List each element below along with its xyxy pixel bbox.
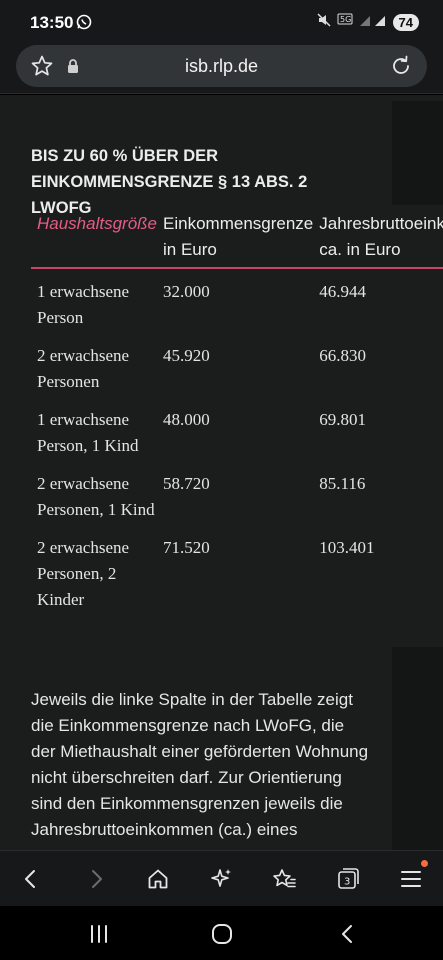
income-table: Haushaltsgröße Einkommensgrenze in Euro …	[31, 207, 443, 615]
column-header: Haushaltsgröße	[37, 214, 158, 233]
browser-toolbar: 3	[0, 850, 443, 906]
scroll-edge-strip	[392, 101, 443, 205]
tabs-icon[interactable]: 3	[334, 865, 362, 893]
table-cell: 48.000	[163, 410, 210, 429]
recents-icon[interactable]	[85, 922, 113, 946]
sparkle-icon[interactable]	[208, 865, 236, 893]
url-bar[interactable]: isb.rlp.de	[16, 45, 427, 87]
table-cell: 2 erwachsene Personen	[37, 346, 130, 391]
table-cell: 46.944	[319, 282, 367, 301]
status-time: 13:50	[30, 13, 74, 32]
table-cell: 58.720	[163, 474, 210, 493]
table-cell: 1 erwachsene Person, 1 Kind	[37, 410, 139, 455]
table-row: 1 erwachsene Person, 1 Kind 48.000 69.80…	[31, 397, 443, 461]
table-cell: 32.000	[163, 282, 210, 301]
5g-icon: 5G	[337, 12, 353, 33]
table-row: 2 erwachsene Personen 45.920 66.830	[31, 333, 443, 397]
whatsapp-icon	[76, 14, 92, 35]
scroll-edge-strip	[392, 647, 443, 850]
table-cell: 69.801	[319, 410, 367, 429]
signal-icon	[358, 12, 388, 33]
body-paragraph: Jeweils die linke Spalte in der Tabelle …	[31, 690, 369, 839]
bookmarks-icon[interactable]	[270, 865, 298, 893]
table-cell: 2 erwachsene Personen, 2 Kinder	[37, 538, 130, 609]
browser-address-area: isb.rlp.de	[0, 40, 443, 94]
system-nav-bar	[0, 906, 443, 960]
table-row: 2 erwachsene Personen, 1 Kind 58.720 85.…	[31, 461, 443, 525]
reload-icon[interactable]	[389, 54, 413, 83]
table-cell: 103.401	[319, 538, 375, 557]
back-icon[interactable]	[17, 865, 45, 893]
forward-icon[interactable]	[82, 865, 110, 893]
svg-text:5G: 5G	[340, 15, 351, 24]
status-icons: 5G 74	[316, 12, 419, 33]
url-text[interactable]: isb.rlp.de	[16, 56, 427, 77]
table-cell: 1 erwachsene Person	[37, 282, 130, 327]
home-icon[interactable]	[144, 865, 172, 893]
status-bar: 13:50 5G 74	[0, 0, 443, 40]
table-header-row: Haushaltsgröße Einkommensgrenze in Euro …	[31, 207, 443, 268]
column-header: Jahresbruttoeinkommen ca. in Euro	[319, 214, 443, 259]
back-nav-icon[interactable]	[334, 922, 362, 946]
web-page: BIS ZU 60 % ÜBER DER EINKOMMENSGRENZE § …	[0, 95, 443, 850]
mute-icon	[316, 12, 332, 33]
table-cell: 45.920	[163, 346, 210, 365]
column-header: Einkommensgrenze in Euro	[163, 214, 314, 259]
table-cell: 85.116	[319, 474, 366, 493]
table-cell: 66.830	[319, 346, 367, 365]
table-cell: 2 erwachsene Personen, 1 Kind	[37, 474, 155, 519]
table-cell: 71.520	[163, 538, 210, 557]
table-row: 1 erwachsene Person 32.000 46.944	[31, 268, 443, 333]
table-row: 2 erwachsene Personen, 2 Kinder 71.520 1…	[31, 525, 443, 615]
notification-dot	[421, 860, 428, 867]
tab-count: 3	[344, 877, 350, 888]
battery-badge: 74	[392, 14, 419, 31]
home-nav-icon[interactable]	[208, 922, 236, 946]
menu-icon[interactable]	[397, 865, 425, 893]
